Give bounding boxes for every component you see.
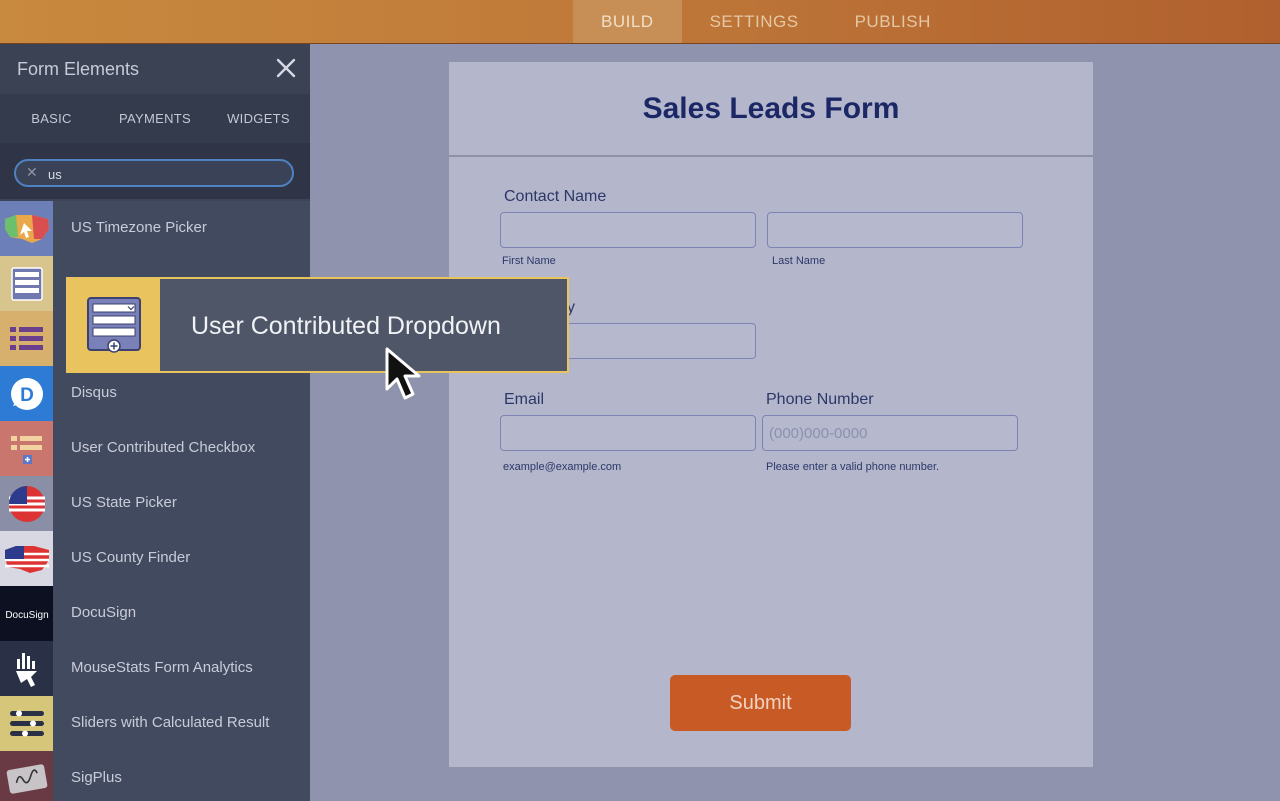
clear-search-icon[interactable]: ✕	[26, 164, 38, 181]
item-label: US Timezone Picker	[71, 219, 207, 236]
last-name-field[interactable]	[767, 212, 1023, 248]
item-label: MouseStats Form Analytics	[71, 659, 253, 676]
svg-text:DocuSign: DocuSign	[5, 610, 48, 621]
dropdown-list-icon	[0, 256, 53, 311]
item-label: User Contributed Checkbox	[71, 439, 256, 456]
mousestats-icon	[0, 641, 53, 696]
item-label: US State Picker	[71, 494, 177, 511]
email-label: Email	[504, 391, 545, 408]
form-elements-sidebar: Form Elements BASIC PAYMENTS WIDGETS ✕ u…	[0, 44, 310, 801]
phone-field[interactable]: (000)000-0000	[762, 415, 1018, 451]
list-item-disqus[interactable]: D Disqus	[0, 366, 310, 422]
disqus-icon: D	[0, 366, 53, 421]
email-field[interactable]	[500, 415, 756, 451]
item-label: DocuSign	[71, 604, 137, 621]
item-label: US County Finder	[71, 549, 191, 566]
checkbox-add-icon	[0, 421, 53, 476]
email-sublabel: example@example.com	[503, 461, 622, 473]
list-item-us-state-picker[interactable]: US State Picker	[0, 476, 310, 532]
first-name-sublabel: First Name	[502, 255, 556, 267]
last-name-sublabel: Last Name	[772, 255, 826, 267]
contact-name-label: Contact Name	[504, 188, 607, 205]
sidebar-header: Form Elements	[0, 44, 310, 94]
svg-text:D: D	[20, 385, 34, 406]
us-map-icon	[0, 201, 53, 256]
docusign-logo: DocuSign	[0, 586, 53, 641]
submit-button[interactable]: Submit	[670, 675, 851, 731]
search-bar: ✕	[0, 143, 310, 199]
signature-pad-icon	[0, 751, 53, 801]
dragged-widget-label: User Contributed Dropdown	[191, 312, 501, 340]
first-name-field[interactable]	[500, 212, 756, 248]
us-flag-map-icon	[0, 531, 53, 586]
tab-build[interactable]: BUILD	[573, 0, 682, 43]
close-icon[interactable]	[274, 56, 298, 80]
list-item-us-county-finder[interactable]: US County Finder	[0, 531, 310, 587]
form-header: Sales Leads Form	[449, 62, 1093, 157]
sliders-icon	[0, 696, 53, 751]
sidebar-title: Form Elements	[17, 59, 140, 79]
list-item-us-timezone-picker[interactable]: US Timezone Picker	[0, 201, 310, 257]
item-label: Disqus	[71, 384, 117, 401]
top-bar: BUILD SETTINGS PUBLISH	[0, 0, 1280, 44]
form-card: Sales Leads Form Contact Name First Name…	[449, 62, 1093, 767]
list-item-sliders-calculated[interactable]: Sliders with Calculated Result	[0, 696, 310, 752]
tab-settings[interactable]: SETTINGS	[682, 0, 827, 43]
search-input[interactable]	[46, 163, 280, 185]
item-label: SigPlus	[71, 769, 122, 786]
phone-sublabel: Please enter a valid phone number.	[766, 461, 940, 473]
widget-search: ✕	[14, 159, 294, 187]
dragged-widget[interactable]: User Contributed Dropdown	[66, 277, 569, 373]
top-nav: BUILD SETTINGS PUBLISH	[573, 0, 959, 43]
mouse-cursor-icon	[385, 347, 421, 400]
checkbox-list-icon	[0, 311, 53, 366]
list-item-sigplus[interactable]: SigPlus	[0, 751, 310, 801]
list-item-mousestats[interactable]: MouseStats Form Analytics	[0, 641, 310, 697]
us-flag-icon	[0, 476, 53, 531]
phone-placeholder: (000)000-0000	[769, 425, 868, 442]
dropdown-add-icon	[68, 279, 160, 371]
phone-label: Phone Number	[766, 391, 874, 408]
item-label: Sliders with Calculated Result	[71, 714, 270, 731]
form-title[interactable]: Sales Leads Form	[449, 92, 1093, 126]
list-item-docusign[interactable]: DocuSign DocuSign	[0, 586, 310, 642]
tab-publish[interactable]: PUBLISH	[827, 0, 959, 43]
list-item-user-contributed-checkbox[interactable]: User Contributed Checkbox	[0, 421, 310, 477]
